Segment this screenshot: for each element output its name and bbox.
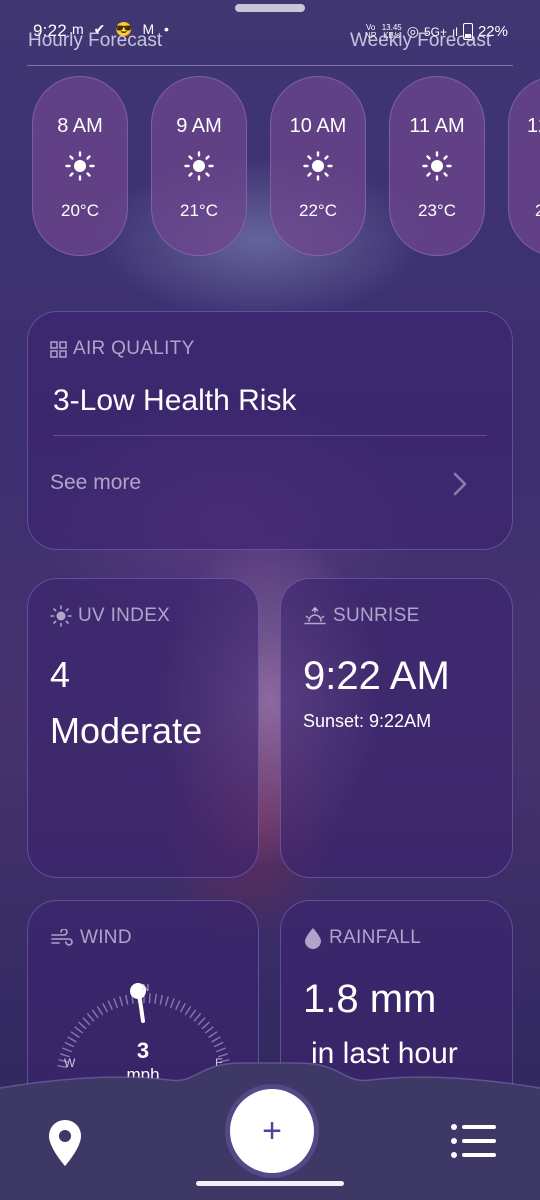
hour-time: 10 AM	[289, 115, 347, 137]
top-drag-handle[interactable]	[235, 4, 305, 12]
plus-icon: +	[262, 1112, 282, 1150]
header-divider	[27, 65, 513, 66]
hour-temp: 21°C	[180, 201, 218, 220]
wind-label: WIND	[80, 927, 132, 948]
air-quality-divider	[53, 435, 487, 436]
hour-time: 9 AM	[176, 115, 222, 137]
sun-icon	[303, 151, 333, 181]
home-indicator[interactable]	[196, 1181, 344, 1186]
see-more-link[interactable]: See more	[50, 471, 141, 495]
hour-pill[interactable]: 11 AM 23°C	[389, 76, 485, 256]
list-menu-icon[interactable]	[450, 1122, 498, 1160]
hour-time: 11 AM	[409, 115, 465, 137]
uv-index-title: UV INDEX	[50, 605, 170, 627]
rainfall-title: RAINFALL	[303, 927, 421, 949]
chevron-right-icon[interactable]	[446, 469, 472, 499]
hour-temp: 20°C	[61, 201, 99, 220]
sunrise-time: 9:22 AM	[303, 654, 450, 698]
hour-pill[interactable]: 8 AM 20°C	[32, 76, 128, 256]
hour-temp: 23°C	[418, 201, 456, 220]
uv-index-card[interactable]: UV INDEX 4 Moderate	[27, 578, 259, 878]
wind-icon	[51, 929, 73, 946]
tab-hourly-forecast[interactable]: Hourly Forecast	[28, 30, 162, 52]
uv-index-value: 4	[50, 654, 71, 695]
rainfall-label: RAINFALL	[329, 927, 422, 948]
wind-title: WIND	[50, 927, 132, 949]
air-quality-card[interactable]: AIR QUALITY 3-Low Health Risk See more	[27, 311, 513, 550]
air-quality-label: AIR QUALITY	[73, 338, 195, 359]
sun-icon	[184, 151, 214, 181]
hour-temp: 2	[535, 201, 540, 220]
hour-time: 12	[527, 115, 540, 137]
location-pin-icon[interactable]	[47, 1118, 83, 1168]
hour-pill[interactable]: 10 AM 22°C	[270, 76, 366, 256]
sunrise-label: SUNRISE	[333, 605, 420, 626]
hour-pill[interactable]: 12 2	[508, 76, 540, 256]
water-drop-icon	[305, 928, 321, 949]
hour-temp: 22°C	[299, 201, 337, 220]
sun-icon	[65, 151, 95, 181]
sunset-time: Sunset: 9:22AM	[303, 711, 432, 731]
air-quality-value: 3-Low Health Risk	[53, 384, 297, 417]
compass-north: N	[142, 983, 150, 994]
hour-time: 8 AM	[57, 115, 103, 137]
sunrise-card[interactable]: SUNRISE 9:22 AM Sunset: 9:22AM	[280, 578, 513, 878]
sunrise-title: SUNRISE	[303, 605, 420, 627]
sun-icon	[422, 151, 452, 181]
uv-index-level: Moderate	[50, 710, 203, 751]
sun-icon	[50, 605, 72, 627]
air-quality-title: AIR QUALITY	[50, 338, 195, 360]
tab-weekly-forecast[interactable]: Weekly Forecast	[350, 30, 491, 52]
rainfall-value: 1.8 mm	[303, 977, 437, 1021]
hourly-forecast-list[interactable]: 8 AM 20°C 9 AM 21°C 10 AM 22°C 11 AM 23°…	[0, 76, 540, 256]
sunrise-icon	[304, 606, 326, 625]
grid-icon	[50, 340, 67, 358]
add-location-button[interactable]: +	[230, 1089, 314, 1173]
uv-index-label: UV INDEX	[78, 605, 171, 626]
hour-pill[interactable]: 9 AM 21°C	[151, 76, 247, 256]
